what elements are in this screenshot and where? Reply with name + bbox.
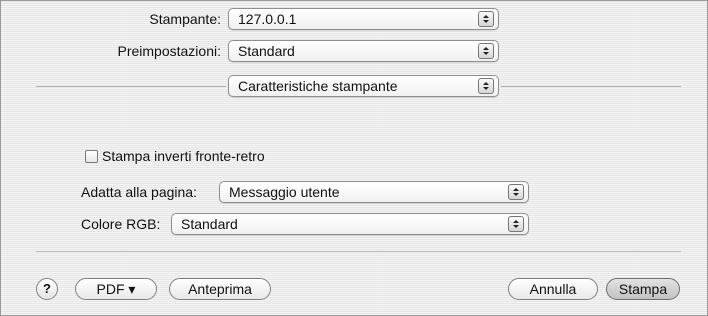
popup-arrows-icon: [508, 184, 524, 200]
rgb-color-value: Standard: [181, 216, 238, 232]
duplex-label[interactable]: Stampa inverti fronte-retro: [102, 148, 265, 164]
preview-button[interactable]: Anteprima: [169, 278, 271, 300]
footer-separator: [36, 251, 681, 252]
printer-popup[interactable]: 127.0.0.1: [228, 8, 499, 30]
fit-to-page-label: Adatta alla pagina:: [81, 184, 197, 200]
fit-to-page-popup[interactable]: Messaggio utente: [219, 181, 529, 203]
popup-arrows-icon: [478, 78, 494, 94]
printer-label: Stampante:: [149, 11, 221, 27]
panel-selector-popup[interactable]: Caratteristiche stampante: [228, 75, 499, 97]
panel-separator-right: [501, 86, 681, 87]
popup-arrows-icon: [478, 11, 494, 27]
rgb-color-popup[interactable]: Standard: [171, 213, 529, 235]
panel-separator-left: [36, 86, 226, 87]
popup-arrows-icon: [508, 216, 524, 232]
duplex-checkbox[interactable]: [85, 150, 98, 163]
rgb-color-label: Colore RGB:: [81, 216, 161, 232]
fit-to-page-value: Messaggio utente: [229, 184, 340, 200]
pdf-button[interactable]: PDF ▾: [75, 278, 157, 300]
print-dialog: Stampante: 127.0.0.1 Preimpostazioni: St…: [0, 0, 708, 316]
presets-label: Preimpostazioni:: [117, 43, 222, 59]
popup-arrows-icon: [478, 43, 494, 59]
print-button[interactable]: Stampa: [606, 278, 680, 300]
panel-selector-value: Caratteristiche stampante: [238, 78, 398, 94]
presets-value: Standard: [238, 43, 295, 59]
printer-value: 127.0.0.1: [238, 11, 297, 27]
help-icon[interactable]: ?: [36, 278, 58, 300]
presets-popup[interactable]: Standard: [228, 40, 499, 62]
cancel-button[interactable]: Annulla: [508, 278, 598, 300]
